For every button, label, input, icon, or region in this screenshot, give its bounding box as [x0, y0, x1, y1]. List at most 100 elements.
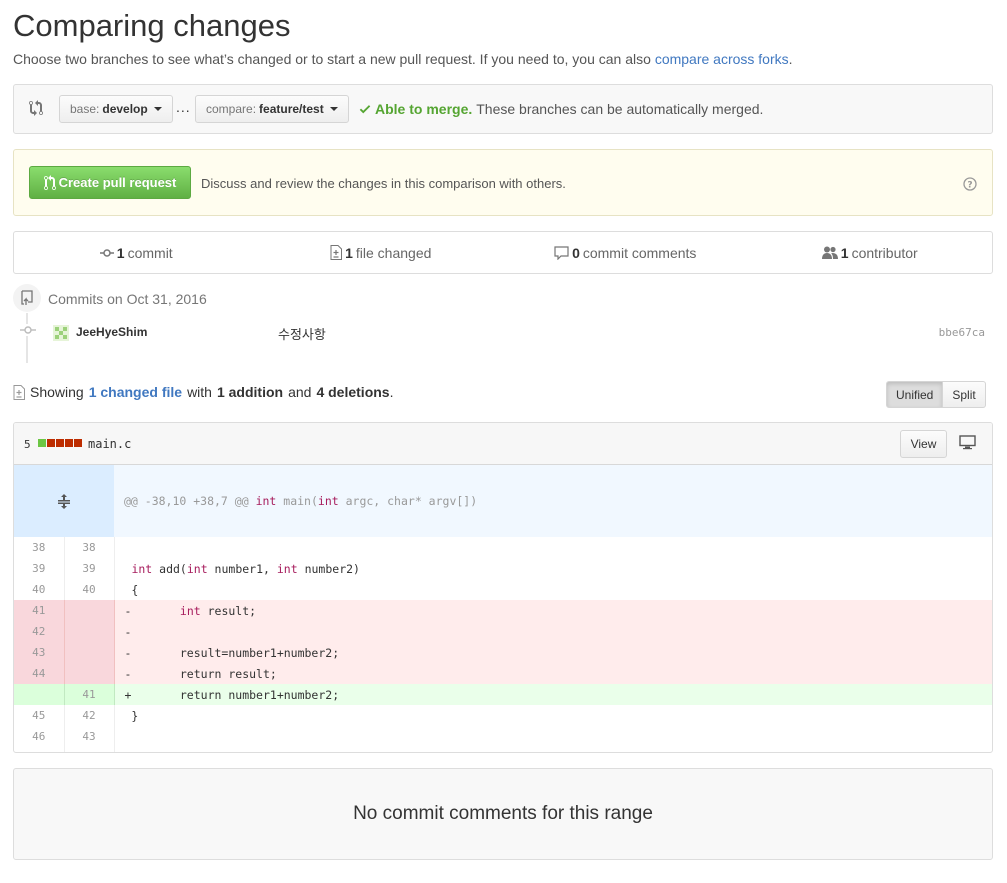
subtitle-text: Choose two branches to see what’s change… [13, 51, 651, 67]
caret-down-icon [153, 107, 162, 111]
hunk-header-row: @@ -38,10 +38,7 @@ int main(int argc, ch… [14, 465, 992, 537]
code-line: - result=number1+number2; [114, 642, 992, 663]
showing-with: with [187, 384, 212, 400]
diff-view-toggle: Unified Split [886, 381, 986, 408]
pr-description: Discuss and review the changes in this c… [201, 176, 566, 191]
changed-files-link[interactable]: 1 changed file [89, 384, 182, 400]
svg-text:?: ? [967, 181, 972, 191]
context-line: 39 39 int add(int number1, int number2) [14, 558, 992, 579]
compare-branch-select[interactable]: compare: feature/test [195, 95, 349, 123]
diffstat-block-deleted [65, 439, 73, 447]
base-branch-select[interactable]: base: develop [59, 95, 173, 123]
diffstat-block-deleted [56, 439, 64, 447]
file-diff-icon [330, 245, 343, 260]
old-line-number[interactable]: 42 [14, 621, 65, 642]
view-file-button[interactable]: View [900, 430, 947, 458]
summary-contributors[interactable]: 1 contributor [748, 232, 993, 273]
old-line-number[interactable]: 46 [14, 726, 65, 747]
old-line-number[interactable] [14, 684, 65, 705]
new-line-number[interactable]: 40 [64, 579, 115, 600]
new-line-number[interactable]: 41 [64, 684, 115, 705]
comparison-summary: 1 commit 1 file changed 0 commit comment… [13, 231, 993, 274]
unified-view-button[interactable]: Unified [886, 381, 944, 408]
display-rich-diff-icon[interactable] [959, 435, 976, 450]
new-line-number[interactable] [64, 642, 115, 663]
showing-prefix: Showing [30, 384, 84, 400]
added-line: 41 + return number1+number2; [14, 684, 992, 705]
compare-across-forks-link[interactable]: compare across forks [655, 51, 789, 67]
code-line: - int result; [114, 600, 992, 621]
code-line: { [124, 582, 139, 597]
old-line-number[interactable]: 47 [14, 747, 65, 752]
commit-author-link[interactable]: JeeHyeShim [76, 325, 147, 339]
old-line-number[interactable]: 38 [14, 537, 65, 558]
merge-status: Able to merge. These branches can be aut… [359, 101, 763, 117]
new-line-number[interactable]: 38 [64, 537, 115, 558]
context-line: 40 40 { [14, 579, 992, 600]
old-line-number[interactable]: 39 [14, 558, 65, 579]
summary-comments[interactable]: 0 commit comments [503, 232, 748, 273]
diffstat-block-deleted [47, 439, 55, 447]
deletions-count: 4 deletions [316, 384, 390, 400]
code-line: int sub(int number1, int number2) [114, 747, 992, 753]
context-line: 38 38 [14, 537, 992, 558]
file-header: 5 main.c View [14, 423, 992, 465]
base-value: develop [102, 102, 148, 116]
repo-push-icon [13, 284, 41, 312]
pull-request-icon [43, 174, 56, 191]
code-line: int add(int number1, int number2) [131, 561, 360, 576]
commits-date-heading: Commits on Oct 31, 2016 [48, 291, 207, 307]
merge-ok-text: Able to merge. [375, 101, 473, 117]
new-line-number[interactable]: 44 [64, 747, 115, 752]
new-line-number[interactable] [64, 621, 115, 642]
check-icon [359, 102, 371, 116]
new-line-number[interactable] [64, 600, 115, 621]
old-line-number[interactable]: 41 [14, 600, 65, 621]
code-line: - [114, 621, 992, 642]
old-line-number[interactable]: 43 [14, 642, 65, 663]
comment-icon [554, 245, 569, 260]
create-pull-request-button[interactable]: Create pull request [29, 166, 191, 199]
commit-sha-link[interactable]: bbe67ca [939, 326, 985, 339]
file-name-link[interactable]: main.c [88, 437, 131, 451]
new-line-number[interactable]: 39 [64, 558, 115, 579]
code-line: } [124, 708, 139, 723]
unfold-icon [58, 494, 70, 509]
context-line: 45 42 } [14, 705, 992, 726]
compare-value: feature/test [259, 102, 324, 116]
avatar[interactable] [53, 325, 69, 341]
contributors-label: contributor [851, 244, 918, 261]
new-line-number[interactable]: 42 [64, 705, 115, 726]
commit-message-link[interactable]: 수정사항 [278, 324, 326, 343]
showing-and: and [288, 384, 312, 400]
new-line-number[interactable] [64, 663, 115, 684]
comments-count: 0 [572, 244, 580, 261]
split-view-button[interactable]: Split [943, 381, 986, 408]
subtitle-end: . [788, 51, 793, 67]
summary-commits[interactable]: 1 commit [14, 232, 259, 273]
merge-message: These branches can be automatically merg… [476, 101, 764, 117]
hunk-header: @@ -38,10 +38,7 @@ int main(int argc, ch… [114, 465, 992, 537]
expand-up-button[interactable] [14, 465, 114, 537]
create-pr-box: Create pull request Discuss and review t… [13, 149, 993, 216]
code-line: + return number1+number2; [114, 684, 992, 705]
question-icon[interactable]: ? [963, 177, 977, 191]
files-count: 1 [345, 244, 353, 261]
file-diff: 5 main.c View @@ -38,10 +38,7 @@ int mai… [13, 422, 993, 753]
old-line-number[interactable]: 40 [14, 579, 65, 600]
diffstat-block-deleted [74, 439, 82, 447]
base-label: base: [70, 102, 100, 116]
context-line: 4744 int sub(int number1, int number2) [14, 747, 992, 753]
context-line: 46 43 [14, 726, 992, 747]
new-line-number[interactable]: 43 [64, 726, 115, 747]
compare-icon [29, 100, 43, 116]
summary-files[interactable]: 1 file changed [259, 232, 504, 273]
code-line: - return result; [114, 663, 992, 684]
old-line-number[interactable]: 45 [14, 705, 65, 726]
commits-count: 1 [116, 244, 125, 261]
deleted-line: 43 - result=number1+number2; [14, 642, 992, 663]
old-line-number[interactable]: 44 [14, 663, 65, 684]
files-label: file changed [355, 244, 432, 261]
contributors-count: 1 [840, 244, 849, 261]
comments-label: commit comments [582, 244, 697, 261]
